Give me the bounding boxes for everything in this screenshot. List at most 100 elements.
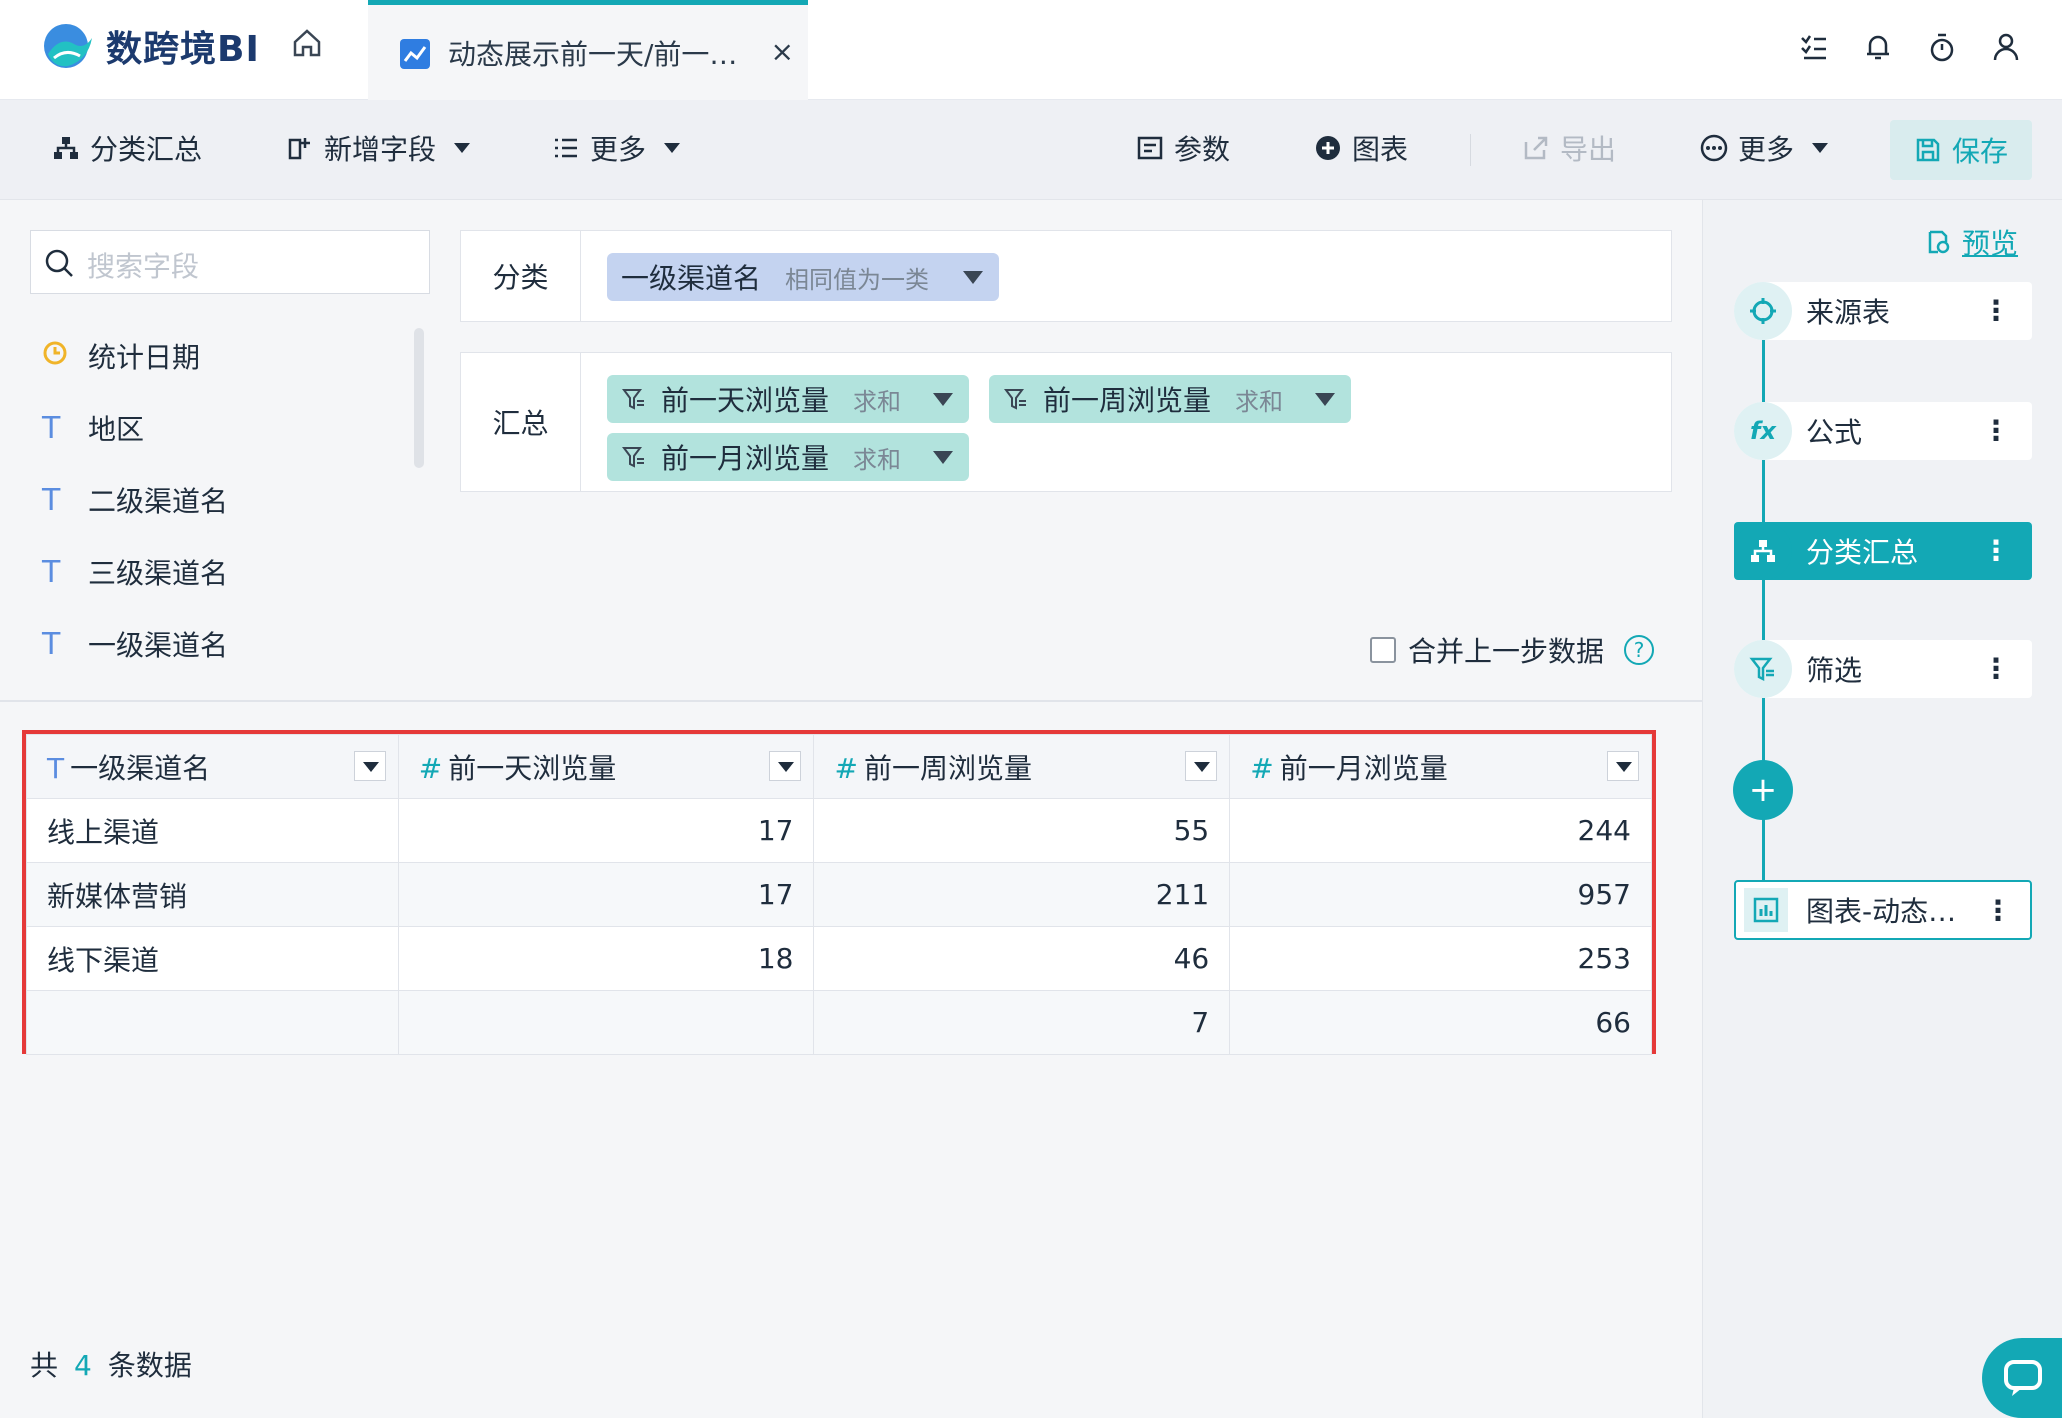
number-type-icon: # <box>834 751 858 785</box>
summary-chip[interactable]: 前一周浏览量 求和 <box>989 375 1351 423</box>
logo-text: 数跨境BI <box>106 29 260 70</box>
bell-icon[interactable] <box>1862 30 1894 64</box>
tab-active[interactable]: 动态展示前一天/前一… × <box>368 0 808 100</box>
text-type-icon: T <box>47 751 65 785</box>
flow-node-group-summary[interactable]: 分类汇总 ⋮ <box>1734 522 2032 580</box>
close-icon[interactable]: × <box>771 35 794 68</box>
search-placeholder: 搜索字段 <box>87 250 200 283</box>
save-button[interactable]: 保存 <box>1890 120 2032 180</box>
search-input[interactable]: 搜索字段 <box>30 230 430 294</box>
params-button[interactable]: 参数 <box>1136 128 1230 168</box>
table-cell: 7 <box>813 990 1231 1055</box>
field-list-scrollbar[interactable] <box>414 328 424 468</box>
column-header[interactable]: T 一级渠道名 <box>26 734 399 799</box>
home-icon[interactable] <box>290 26 324 60</box>
table-cell: 244 <box>1229 798 1652 863</box>
chevron-down-icon[interactable] <box>963 271 983 284</box>
table-cell: 253 <box>1229 926 1652 991</box>
app-logo[interactable]: 数跨境BI <box>40 18 260 74</box>
column-menu-button[interactable] <box>769 751 802 781</box>
field-item[interactable]: 统计日期 <box>30 320 410 392</box>
more-vertical-icon[interactable]: ⋮ <box>1982 652 2010 685</box>
merge-checkbox[interactable] <box>1370 637 1396 663</box>
table-row: 7 66 <box>26 990 1652 1055</box>
column-header[interactable]: # 前一天浏览量 <box>397 734 815 799</box>
chart-button[interactable]: 图表 <box>1314 128 1408 168</box>
export-icon <box>1524 136 1548 160</box>
user-icon[interactable] <box>1990 30 2022 64</box>
fx-icon: fx <box>1734 402 1792 460</box>
more-vertical-icon[interactable]: ⋮ <box>1982 294 2010 327</box>
flow-node-source[interactable]: 来源表 ⋮ <box>1734 282 2032 340</box>
filter-icon <box>1004 389 1026 410</box>
more-vertical-icon[interactable]: ⋮ <box>1982 534 2010 567</box>
field-item[interactable]: T 二级渠道名 <box>30 464 410 536</box>
summary-label: 汇总 <box>461 353 581 491</box>
summary-chip[interactable]: 前一月浏览量 求和 <box>607 433 969 481</box>
table-cell: 线下渠道 <box>26 926 399 991</box>
chevron-down-icon[interactable] <box>933 451 953 464</box>
save-icon <box>1916 138 1940 162</box>
task-list-icon[interactable] <box>1798 30 1830 64</box>
filter-icon <box>622 389 644 410</box>
preview-link[interactable]: 预览 <box>1924 222 2018 262</box>
number-type-icon: # <box>418 751 443 785</box>
top-bar: 数跨境BI 动态展示前一天/前一… × <box>0 0 2062 100</box>
column-menu-button[interactable] <box>1607 751 1639 781</box>
table-cell: 211 <box>813 862 1231 927</box>
text-type-icon: T <box>42 410 61 446</box>
hierarchy-icon <box>1734 522 1792 580</box>
category-label: 分类 <box>461 231 581 321</box>
flow-node-chart[interactable]: 图表-动态… ⋮ <box>1734 880 2032 940</box>
text-type-icon: T <box>42 626 61 662</box>
logo-icon <box>44 24 92 68</box>
params-icon <box>1137 136 1163 160</box>
clock-icon <box>30 339 88 374</box>
add-step-button[interactable]: + <box>1733 760 1793 820</box>
table-cell: 17 <box>397 862 815 927</box>
preview-icon <box>1928 230 1950 254</box>
chevron-down-icon <box>664 143 681 153</box>
field-item[interactable]: T 一级渠道名 <box>30 608 410 680</box>
text-type-icon: T <box>42 554 61 590</box>
field-item[interactable]: T 地区 <box>30 392 410 464</box>
more-menu-right[interactable]: 更多 <box>1700 128 1829 168</box>
help-icon[interactable]: ? <box>1624 635 1655 665</box>
chat-support-icon[interactable] <box>1982 1338 2062 1418</box>
summary-chip[interactable]: 前一天浏览量 求和 <box>607 375 969 423</box>
flow-node-filter[interactable]: 筛选 ⋮ <box>1734 640 2032 698</box>
merge-previous-option: 合并上一步数据 ? <box>1370 630 1655 670</box>
hierarchy-icon <box>54 137 78 159</box>
table-row: 线下渠道 18 46 253 <box>26 926 1652 991</box>
add-field-button[interactable]: 新增字段 <box>286 128 471 168</box>
list-icon <box>555 138 577 158</box>
more-vertical-icon[interactable]: ⋮ <box>1982 414 2010 447</box>
export-button[interactable]: 导出 <box>1522 128 1616 168</box>
data-table: T 一级渠道名 # 前一天浏览量 # 前一周浏览量 # 前一月浏览量 线上渠道 17 5… <box>22 730 1656 1055</box>
field-item[interactable]: T 三级渠道名 <box>30 536 410 608</box>
column-menu-button[interactable] <box>353 751 386 781</box>
flow-node-formula[interactable]: fx 公式 ⋮ <box>1734 402 2032 460</box>
column-menu-button[interactable] <box>1185 751 1218 781</box>
category-chip[interactable]: 一级渠道名 相同值为一类 <box>607 253 999 301</box>
toolbar: 分类汇总 新增字段 更多 参数 图表 导出 更多 保存 <box>0 100 2062 200</box>
column-header[interactable]: # 前一周浏览量 <box>813 734 1231 799</box>
column-header[interactable]: # 前一月浏览量 <box>1229 734 1652 799</box>
table-cell: 线上渠道 <box>26 798 399 863</box>
chevron-down-icon <box>1812 143 1829 153</box>
more-vertical-icon[interactable]: ⋮ <box>1984 894 2012 927</box>
table-cell: 66 <box>1229 990 1652 1055</box>
text-type-icon: T <box>42 482 61 518</box>
table-row: 线上渠道 17 55 244 <box>26 798 1652 863</box>
filter-icon <box>1734 640 1792 698</box>
table-cell: 18 <box>397 926 815 991</box>
chevron-down-icon[interactable] <box>1315 393 1335 406</box>
group-summary-button[interactable]: 分类汇总 <box>52 128 202 168</box>
search-icon <box>45 249 73 277</box>
table-cell: 17 <box>397 798 815 863</box>
table-cell: 957 <box>1229 862 1652 927</box>
table-cell: 46 <box>813 926 1231 991</box>
timer-icon[interactable] <box>1926 30 1958 64</box>
chevron-down-icon[interactable] <box>933 393 953 406</box>
more-menu-left[interactable]: 更多 <box>552 128 681 168</box>
